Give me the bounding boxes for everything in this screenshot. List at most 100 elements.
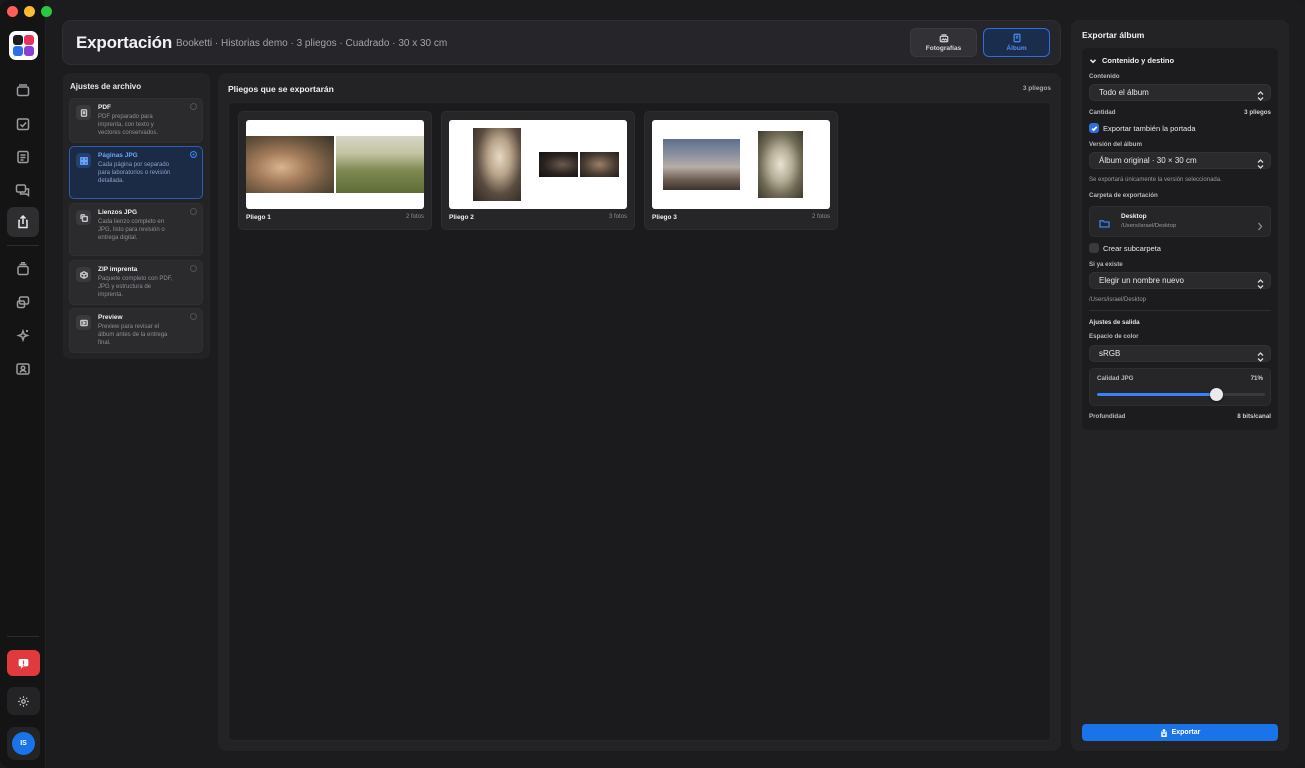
subfolder-checkbox[interactable]: Crear subcarpeta	[1089, 243, 1161, 253]
version-select[interactable]: Álbum original · 30 × 30 cm	[1089, 152, 1271, 169]
layers-icon	[16, 296, 30, 309]
export-panel-title: Exportar álbum	[1082, 30, 1145, 40]
content-select-value: Todo el álbum	[1099, 88, 1149, 97]
left-rail: IS	[0, 0, 46, 768]
user-avatar-button[interactable]: IS	[7, 727, 40, 760]
content-label: Contenido	[1089, 73, 1120, 80]
exists-select-value: Elegir un nombre nuevo	[1099, 276, 1184, 285]
rail-chat-button[interactable]	[7, 175, 39, 205]
app-window: IS Exportación Booketti · Historias demo…	[0, 0, 1305, 768]
quality-value: 71%	[1250, 375, 1263, 382]
format-option-zip[interactable]: ZIP imprenta Paquete completo con PDF, J…	[69, 260, 203, 305]
version-label: Versión del álbum	[1089, 141, 1142, 148]
spread-thumbnail	[652, 120, 830, 209]
spread-card[interactable]: Pliego 2 3 fotos	[441, 111, 635, 230]
minimize-window-button[interactable]	[24, 6, 35, 17]
section-toggle[interactable]: Contenido y destino	[1089, 56, 1174, 65]
rail-albums-button[interactable]	[7, 75, 39, 105]
chat-icon	[15, 184, 30, 197]
export-button-label: Exportar	[1171, 729, 1201, 736]
chevron-down-icon	[1089, 58, 1097, 63]
rail-sparkle-button[interactable]	[7, 321, 39, 351]
rail-stack-button[interactable]	[7, 254, 39, 284]
spread-card[interactable]: Pliego 1 2 fotos	[238, 111, 432, 230]
page-header: Exportación Booketti · Historias demo · …	[62, 20, 1061, 65]
rail-export-button[interactable]	[7, 207, 39, 237]
updown-chevron-icon	[1257, 279, 1264, 289]
photo-couple-portrait	[473, 128, 521, 201]
rail-layers-button[interactable]	[7, 287, 39, 317]
sparkle-icon	[16, 328, 30, 343]
package-icon	[79, 270, 88, 279]
updown-chevron-icon	[1257, 91, 1264, 101]
close-window-button[interactable]	[7, 6, 18, 17]
tab-album-label: Álbum	[1006, 45, 1027, 52]
export-button[interactable]: Exportar	[1082, 724, 1278, 741]
format-description: PDF preparado para imprenta, con texto y…	[98, 114, 159, 136]
format-radio-selected[interactable]	[190, 151, 197, 158]
format-option-jpg-pages[interactable]: Páginas JPG Cada página por separado par…	[69, 146, 203, 199]
app-logo[interactable]	[9, 31, 38, 60]
format-option-preview[interactable]: Preview Preview para revisar el álbum an…	[69, 308, 203, 353]
updown-chevron-icon	[1257, 352, 1264, 362]
format-name: Preview	[98, 314, 123, 321]
rail-book-button[interactable]	[7, 142, 39, 172]
format-radio[interactable]	[190, 265, 197, 272]
content-select[interactable]: Todo el álbum	[1089, 84, 1271, 101]
format-option-pdf[interactable]: PDF PDF preparado para imprenta, con tex…	[69, 98, 203, 143]
preview-icon	[79, 319, 88, 326]
album-book-icon	[1013, 33, 1020, 43]
feedback-alert-button[interactable]	[7, 650, 40, 676]
colorspace-label: Espacio de color	[1089, 333, 1139, 340]
avatar: IS	[12, 732, 35, 755]
subfolder-label: Crear subcarpeta	[1103, 243, 1161, 253]
exists-path: /Users/israel/Desktop	[1089, 297, 1147, 303]
checklist-icon	[16, 118, 30, 131]
settings-button[interactable]	[7, 687, 40, 715]
format-description: Preview para revisar el álbum antes de l…	[98, 324, 168, 346]
spread-thumbnail	[449, 120, 627, 209]
exists-label: Si ya existe	[1089, 261, 1123, 268]
folder-path: /Users/israel/Desktop	[1121, 223, 1177, 229]
spread-name: Pliego 1	[246, 214, 271, 221]
file-settings-panel: Ajustes de archivo PDF PDF preparado par…	[63, 73, 210, 359]
colorspace-select[interactable]: sRGB	[1089, 345, 1271, 362]
gear-icon	[18, 695, 29, 707]
spread-card[interactable]: Pliego 3 2 fotos	[644, 111, 838, 230]
section-title: Contenido y destino	[1102, 56, 1175, 65]
export-folder-picker[interactable]: Desktop /Users/israel/Desktop	[1089, 206, 1271, 237]
jpg-quality-control: Calidad JPG 71%	[1089, 368, 1271, 406]
spread-photo-count: 2 fotos	[405, 214, 424, 220]
rail-checklist-button[interactable]	[7, 109, 39, 139]
depth-value: 8 bits/canal	[1237, 413, 1271, 420]
quality-slider-handle[interactable]	[1210, 388, 1224, 401]
tab-photos[interactable]: Fotografías	[910, 28, 977, 57]
zoom-window-button[interactable]	[41, 6, 52, 17]
version-select-value: Álbum original · 30 × 30 cm	[1099, 156, 1197, 165]
spreads-count: 3 pliegos	[1022, 85, 1051, 92]
rail-contacts-button[interactable]	[7, 354, 39, 384]
content-destination-section: Contenido y destino Contenido Todo el ál…	[1082, 48, 1278, 430]
rail-divider-bottom	[7, 636, 39, 637]
format-radio[interactable]	[190, 208, 197, 215]
quantity-value: 3 pliegos	[1244, 109, 1271, 116]
updown-chevron-icon	[1257, 159, 1264, 169]
format-radio[interactable]	[190, 103, 197, 110]
export-cover-checkbox[interactable]: Exportar también la portada	[1089, 123, 1196, 133]
format-radio[interactable]	[190, 313, 197, 320]
format-option-jpg-canvas[interactable]: Lienzos JPG Cada lienzo completo en JPG,…	[69, 203, 203, 256]
tab-album[interactable]: Álbum	[983, 28, 1050, 57]
document-icon	[80, 108, 87, 117]
photo-family-field	[336, 136, 424, 193]
format-name: Lienzos JPG	[98, 209, 138, 216]
spread-thumbnail	[246, 120, 424, 209]
exists-select[interactable]: Elegir un nombre nuevo	[1089, 272, 1271, 289]
chevron-right-icon	[1258, 222, 1263, 231]
share-icon	[1160, 728, 1167, 737]
photo-couple-dark	[539, 152, 578, 177]
book-icon	[17, 150, 29, 164]
format-name: ZIP imprenta	[98, 266, 138, 273]
folder-label: Carpeta de exportación	[1089, 192, 1158, 199]
grid-icon	[79, 156, 88, 165]
quality-slider-track[interactable]	[1097, 388, 1265, 401]
